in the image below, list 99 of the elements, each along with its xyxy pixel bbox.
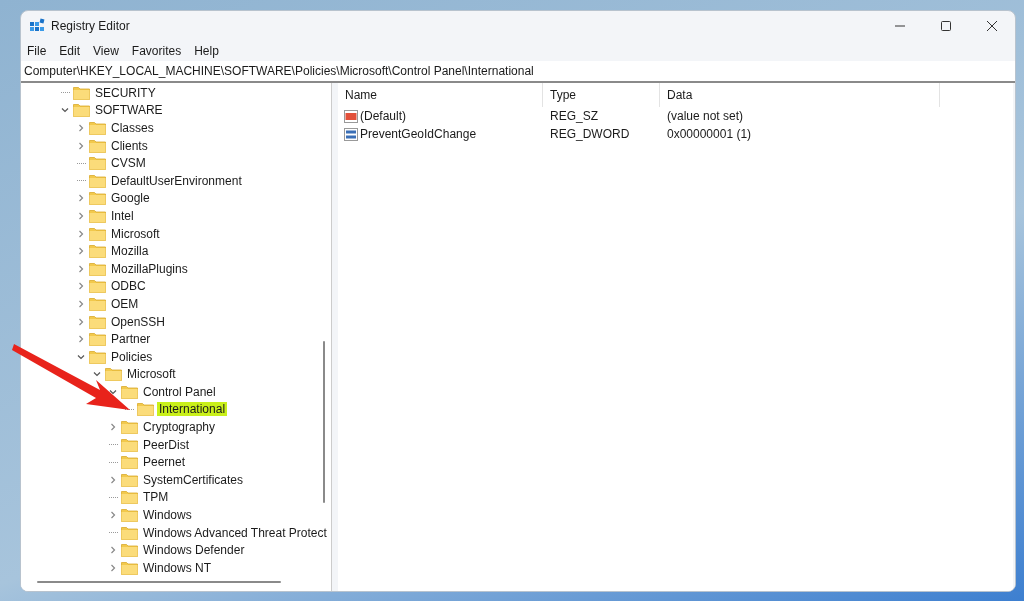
folder-icon — [73, 103, 90, 118]
chevron-icon[interactable] — [109, 423, 117, 432]
column-header[interactable]: Type — [543, 83, 660, 107]
folder-icon — [89, 279, 106, 294]
column-header[interactable]: Data — [660, 83, 940, 107]
chevron-icon[interactable] — [77, 282, 85, 291]
folder-icon — [89, 121, 106, 135]
tree-item[interactable]: OEM — [109, 296, 141, 311]
value-name[interactable]: PreventGeoIdChange — [360, 127, 477, 141]
chevron-icon[interactable] — [77, 124, 85, 132]
chevron-icon[interactable] — [61, 106, 69, 115]
folder-icon — [121, 543, 138, 558]
chevron-icon[interactable] — [77, 264, 85, 273]
chevron-icon[interactable] — [77, 194, 85, 203]
chevron-icon[interactable] — [109, 511, 117, 520]
menu-item[interactable]: File — [27, 44, 47, 58]
registry-icon — [29, 18, 45, 34]
tree-item[interactable]: SOFTWARE — [93, 103, 165, 118]
tree-item[interactable]: Peernet — [141, 455, 188, 470]
tree-item[interactable]: Windows Advanced Threat Protect — [141, 525, 329, 540]
folder-icon — [121, 455, 138, 470]
tree-item[interactable]: Mozilla — [109, 244, 151, 259]
tree-item[interactable]: Microsoft — [109, 226, 162, 241]
folder-icon — [121, 490, 138, 505]
folder-icon — [121, 560, 138, 575]
chevron-icon[interactable] — [77, 211, 85, 220]
folder-icon — [105, 367, 122, 382]
value-name[interactable]: (Default) — [360, 109, 406, 123]
tree-item[interactable]: SystemCertificates — [141, 472, 246, 487]
chevron-icon[interactable] — [109, 563, 117, 572]
tree-item[interactable]: TPM — [141, 490, 171, 505]
folder-icon — [121, 525, 138, 540]
chevron-icon[interactable] — [77, 247, 85, 256]
value-data: (value not set) — [666, 109, 745, 123]
folder-icon — [137, 402, 154, 417]
chevron-icon[interactable] — [109, 387, 117, 396]
folder-icon — [89, 156, 106, 171]
chevron-icon[interactable] — [109, 475, 117, 484]
chevron-icon[interactable] — [77, 335, 85, 344]
folder-icon — [121, 437, 138, 452]
menu-item[interactable]: Help — [194, 44, 219, 58]
chevron-icon[interactable] — [77, 229, 85, 238]
folder-icon — [89, 138, 106, 153]
tree-item[interactable]: Microsoft — [125, 367, 178, 382]
close-icon — [987, 21, 997, 31]
address-bar[interactable]: Computer\HKEY_LOCAL_MACHINE\SOFTWARE\Policies\Microsoft\Control Panel\International — [21, 61, 1015, 83]
chevron-icon[interactable] — [77, 299, 85, 308]
tree-item[interactable]: Windows Defender — [141, 543, 247, 558]
tree-item[interactable]: DefaultUserEnvironment — [109, 173, 244, 188]
folder-icon — [89, 332, 106, 347]
folder-icon — [89, 314, 106, 329]
menu-item[interactable]: View — [93, 44, 119, 58]
tree-item[interactable]: Partner — [109, 332, 153, 347]
tree-item[interactable]: Cryptography — [141, 420, 218, 435]
folder-icon — [89, 244, 106, 259]
folder-icon — [89, 226, 106, 241]
chevron-icon[interactable] — [93, 370, 101, 379]
tree-item[interactable]: Clients — [109, 138, 150, 153]
folder-icon — [89, 261, 106, 276]
folder-icon — [121, 472, 138, 487]
tree-item[interactable]: Google — [109, 191, 152, 206]
folder-icon — [121, 384, 138, 399]
scrollbar-thumb[interactable] — [37, 581, 281, 583]
tree-item[interactable]: CVSM — [109, 156, 148, 171]
binary-value-icon — [344, 127, 358, 141]
tree-item[interactable]: PeerDist — [141, 437, 191, 452]
value-type: REG_SZ — [549, 109, 599, 123]
column-header[interactable]: Name — [338, 83, 543, 107]
tree-item[interactable]: Windows — [141, 508, 194, 523]
tree-item[interactable]: Windows NT — [141, 560, 213, 575]
folder-icon — [121, 420, 138, 435]
chevron-icon[interactable] — [77, 352, 85, 361]
folder-icon — [89, 173, 106, 188]
folder-icon — [121, 508, 138, 523]
tree-item[interactable]: Control Panel — [141, 384, 218, 399]
tree-item[interactable]: Policies — [109, 349, 155, 364]
value-data: 0x00000001 (1) — [666, 127, 753, 141]
tree-item[interactable]: Intel — [109, 208, 136, 223]
folder-icon — [89, 349, 106, 364]
chevron-icon[interactable] — [109, 546, 117, 555]
folder-icon — [89, 191, 106, 206]
menu-item[interactable]: Edit — [59, 44, 81, 58]
tree-item[interactable]: OpenSSH — [109, 314, 168, 329]
value-type: REG_DWORD — [549, 127, 631, 141]
maximize-icon — [941, 21, 951, 31]
menu-item[interactable]: Favorites — [131, 44, 182, 58]
tree-item[interactable]: International — [157, 402, 228, 417]
scrollbar-thumb[interactable] — [323, 341, 325, 503]
tree-item[interactable]: Classes — [109, 121, 156, 135]
tree-item[interactable]: ODBC — [109, 279, 148, 294]
chevron-icon[interactable] — [77, 141, 85, 150]
tree-item[interactable]: SECURITY — [93, 85, 158, 100]
string-value-icon — [344, 109, 358, 123]
folder-icon — [89, 296, 106, 311]
window-title: Registry Editor — [51, 19, 130, 33]
folder-icon — [73, 85, 90, 100]
chevron-icon[interactable] — [77, 317, 85, 326]
folder-icon — [89, 208, 106, 223]
tree-item[interactable]: MozillaPlugins — [109, 261, 190, 276]
